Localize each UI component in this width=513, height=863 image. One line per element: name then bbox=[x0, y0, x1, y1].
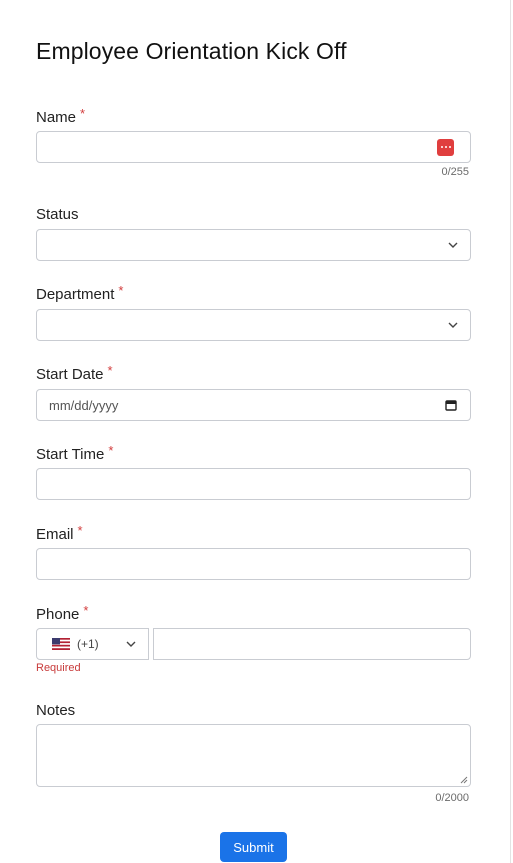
status-label: Status bbox=[36, 206, 79, 223]
email-input[interactable] bbox=[36, 548, 471, 580]
us-flag-icon bbox=[52, 638, 70, 650]
phone-error-message: Required bbox=[36, 662, 81, 674]
department-label-text: Department bbox=[36, 286, 115, 303]
start-date-label-text: Start Date bbox=[36, 366, 104, 383]
notes-char-counter: 0/2000 bbox=[435, 792, 469, 804]
required-mark: * bbox=[83, 603, 89, 618]
chevron-down-icon bbox=[448, 242, 458, 248]
submit-button[interactable]: Submit bbox=[220, 832, 287, 862]
start-time-label-text: Start Time bbox=[36, 446, 105, 463]
required-mark: * bbox=[118, 283, 124, 298]
notes-label-text: Notes bbox=[36, 702, 76, 719]
notes-label: Notes bbox=[36, 702, 75, 719]
name-label: Name * bbox=[36, 106, 86, 126]
password-manager-icon[interactable] bbox=[437, 139, 454, 156]
start-time-input[interactable] bbox=[36, 468, 471, 500]
required-mark: * bbox=[77, 523, 83, 538]
resize-handle-icon[interactable] bbox=[460, 776, 468, 784]
status-select[interactable] bbox=[36, 229, 471, 261]
start-date-input[interactable]: mm/dd/yyyy bbox=[36, 389, 471, 421]
email-label-text: Email bbox=[36, 526, 74, 543]
required-mark: * bbox=[80, 106, 86, 121]
name-input[interactable] bbox=[36, 131, 471, 163]
department-select[interactable] bbox=[36, 309, 471, 341]
phone-label-text: Phone bbox=[36, 606, 80, 623]
notes-textarea[interactable] bbox=[36, 724, 471, 787]
email-label: Email * bbox=[36, 523, 83, 543]
name-char-counter: 0/255 bbox=[441, 166, 469, 178]
phone-number-input[interactable] bbox=[153, 628, 471, 660]
start-date-placeholder: mm/dd/yyyy bbox=[49, 398, 119, 413]
country-code-value: (+1) bbox=[77, 637, 99, 651]
form-title: Employee Orientation Kick Off bbox=[36, 38, 347, 64]
start-date-label: Start Date * bbox=[36, 363, 113, 383]
calendar-icon[interactable] bbox=[445, 399, 457, 411]
chevron-down-icon bbox=[448, 322, 458, 328]
required-mark: * bbox=[108, 443, 114, 458]
required-mark: * bbox=[107, 363, 113, 378]
start-time-label: Start Time * bbox=[36, 443, 114, 463]
status-label-text: Status bbox=[36, 206, 79, 223]
phone-label: Phone * bbox=[36, 603, 89, 623]
department-label: Department * bbox=[36, 283, 124, 303]
name-label-text: Name bbox=[36, 109, 77, 126]
form-page: Employee Orientation Kick Off Name * 0/25… bbox=[0, 0, 511, 863]
chevron-down-icon bbox=[126, 641, 136, 647]
country-code-select[interactable]: (+1) bbox=[36, 628, 149, 660]
